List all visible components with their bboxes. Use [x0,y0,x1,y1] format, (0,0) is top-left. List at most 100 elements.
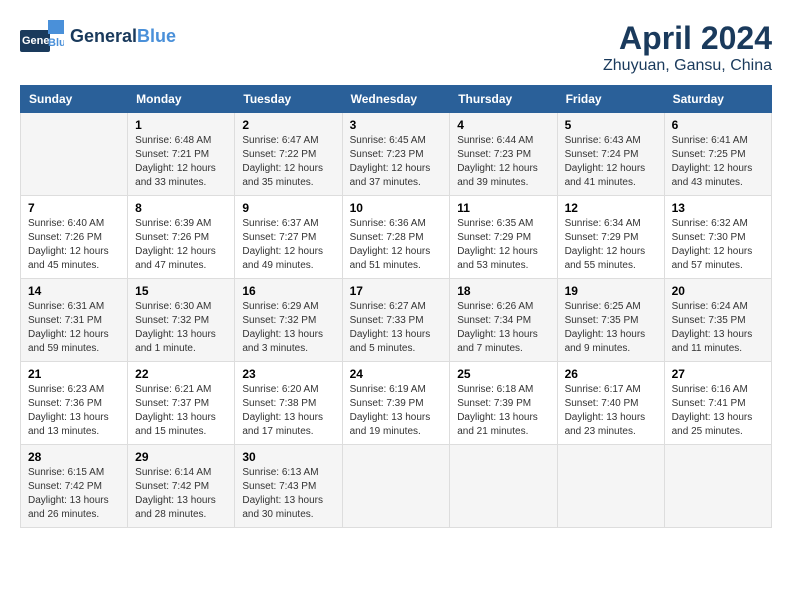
calendar-cell: 26 Sunrise: 6:17 AM Sunset: 7:40 PM Dayli… [557,362,664,445]
day-info: Sunrise: 6:34 AM Sunset: 7:29 PM Dayligh… [565,217,657,273]
weekday-header-row: SundayMondayTuesdayWednesdayThursdayFrid… [21,86,772,113]
day-info: Sunrise: 6:45 AM Sunset: 7:23 PM Dayligh… [350,134,443,190]
calendar-cell: 3Sunrise: 6:45 AM Sunset: 7:23 PM Daylig… [342,113,450,196]
calendar-cell: 1 Sunrise: 6:48 AM Sunset: 7:21 PM Daylig… [128,113,235,196]
day-number: 6 [672,118,764,132]
calendar-cell: 10 Sunrise: 6:36 AM Sunset: 7:28 PM Dayli… [342,196,450,279]
day-info: Sunrise: 6:47 AM Sunset: 7:22 PM Dayligh… [242,134,334,190]
day-info: Sunrise: 6:19 AM Sunset: 7:39 PM Dayligh… [350,383,443,439]
day-info: Sunrise: 6:41 AM Sunset: 7:25 PM Dayligh… [672,134,764,190]
day-info: Sunrise: 6:32 AM Sunset: 7:30 PM Dayligh… [672,217,764,273]
weekday-header-wednesday: Wednesday [342,86,450,113]
calendar-cell: 17 Sunrise: 6:27 AM Sunset: 7:33 PM Dayli… [342,279,450,362]
calendar-cell: 8 Sunrise: 6:39 AM Sunset: 7:26 PM Daylig… [128,196,235,279]
weekday-header-thursday: Thursday [450,86,557,113]
calendar-cell: 5 Sunrise: 6:43 AM Sunset: 7:24 PM Daylig… [557,113,664,196]
svg-text:Blue: Blue [48,37,64,49]
calendar-cell: 28 Sunrise: 6:15 AM Sunset: 7:42 PM Dayli… [21,445,128,528]
calendar-cell: 18 Sunrise: 6:26 AM Sunset: 7:34 PM Dayli… [450,279,557,362]
day-number: 23 [242,367,334,381]
day-info: Sunrise: 6:21 AM Sunset: 7:37 PM Dayligh… [135,383,227,439]
calendar-cell: 2 Sunrise: 6:47 AM Sunset: 7:22 PM Daylig… [235,113,342,196]
day-info: Sunrise: 6:36 AM Sunset: 7:28 PM Dayligh… [350,217,443,273]
day-number: 20 [672,284,764,298]
calendar-cell: 9 Sunrise: 6:37 AM Sunset: 7:27 PM Daylig… [235,196,342,279]
calendar-cell [450,445,557,528]
logo-general: General [70,26,137,46]
day-info: Sunrise: 6:25 AM Sunset: 7:35 PM Dayligh… [565,300,657,356]
weekday-header-sunday: Sunday [21,86,128,113]
logo-blue: Blue [137,26,176,46]
day-info: Sunrise: 6:27 AM Sunset: 7:33 PM Dayligh… [350,300,443,356]
day-number: 10 [350,201,443,215]
day-info: Sunrise: 6:23 AM Sunset: 7:36 PM Dayligh… [28,383,120,439]
calendar-cell: 22Sunrise: 6:21 AM Sunset: 7:37 PM Dayli… [128,362,235,445]
day-number: 4 [457,118,549,132]
day-info: Sunrise: 6:37 AM Sunset: 7:27 PM Dayligh… [242,217,334,273]
weekday-header-friday: Friday [557,86,664,113]
calendar-cell [557,445,664,528]
day-number: 21 [28,367,120,381]
logo-text-block: GeneralBlue [70,27,176,47]
day-number: 11 [457,201,549,215]
calendar-cell: 16 Sunrise: 6:29 AM Sunset: 7:32 PM Dayli… [235,279,342,362]
calendar-cell: 20Sunrise: 6:24 AM Sunset: 7:35 PM Dayli… [664,279,771,362]
day-number: 18 [457,284,549,298]
calendar-week-row: 1 Sunrise: 6:48 AM Sunset: 7:21 PM Daylig… [21,113,772,196]
day-info: Sunrise: 6:15 AM Sunset: 7:42 PM Dayligh… [28,466,120,522]
calendar-cell: 25Sunrise: 6:18 AM Sunset: 7:39 PM Dayli… [450,362,557,445]
day-number: 14 [28,284,120,298]
calendar-cell: 29Sunrise: 6:14 AM Sunset: 7:42 PM Dayli… [128,445,235,528]
day-info: Sunrise: 6:20 AM Sunset: 7:38 PM Dayligh… [242,383,334,439]
calendar-cell: 27 Sunrise: 6:16 AM Sunset: 7:41 PM Dayli… [664,362,771,445]
day-number: 8 [135,201,227,215]
day-info: Sunrise: 6:48 AM Sunset: 7:21 PM Dayligh… [135,134,227,190]
day-info: Sunrise: 6:40 AM Sunset: 7:26 PM Dayligh… [28,217,120,273]
day-number: 28 [28,450,120,464]
day-info: Sunrise: 6:35 AM Sunset: 7:29 PM Dayligh… [457,217,549,273]
day-number: 27 [672,367,764,381]
day-info: Sunrise: 6:13 AM Sunset: 7:43 PM Dayligh… [242,466,334,522]
day-number: 1 [135,118,227,132]
day-info: Sunrise: 6:39 AM Sunset: 7:26 PM Dayligh… [135,217,227,273]
day-number: 7 [28,201,120,215]
calendar-cell: 11 Sunrise: 6:35 AM Sunset: 7:29 PM Dayli… [450,196,557,279]
calendar-table: SundayMondayTuesdayWednesdayThursdayFrid… [20,85,772,528]
day-number: 29 [135,450,227,464]
calendar-cell: 13Sunrise: 6:32 AM Sunset: 7:30 PM Dayli… [664,196,771,279]
day-info: Sunrise: 6:29 AM Sunset: 7:32 PM Dayligh… [242,300,334,356]
day-info: Sunrise: 6:17 AM Sunset: 7:40 PM Dayligh… [565,383,657,439]
day-number: 5 [565,118,657,132]
day-info: Sunrise: 6:16 AM Sunset: 7:41 PM Dayligh… [672,383,764,439]
day-number: 12 [565,201,657,215]
logo: General Blue GeneralBlue [20,20,176,54]
day-info: Sunrise: 6:30 AM Sunset: 7:32 PM Dayligh… [135,300,227,356]
calendar-cell: 6 Sunrise: 6:41 AM Sunset: 7:25 PM Daylig… [664,113,771,196]
day-number: 26 [565,367,657,381]
day-number: 9 [242,201,334,215]
day-info: Sunrise: 6:31 AM Sunset: 7:31 PM Dayligh… [28,300,120,356]
calendar-week-row: 28 Sunrise: 6:15 AM Sunset: 7:42 PM Dayli… [21,445,772,528]
day-number: 25 [457,367,549,381]
calendar-week-row: 14 Sunrise: 6:31 AM Sunset: 7:31 PM Dayli… [21,279,772,362]
day-number: 17 [350,284,443,298]
title-block: April 2024 Zhuyuan, Gansu, China [603,20,772,75]
calendar-cell: 21 Sunrise: 6:23 AM Sunset: 7:36 PM Dayli… [21,362,128,445]
calendar-cell: 30 Sunrise: 6:13 AM Sunset: 7:43 PM Dayli… [235,445,342,528]
weekday-header-saturday: Saturday [664,86,771,113]
day-info: Sunrise: 6:26 AM Sunset: 7:34 PM Dayligh… [457,300,549,356]
day-number: 2 [242,118,334,132]
calendar-cell: 7 Sunrise: 6:40 AM Sunset: 7:26 PM Daylig… [21,196,128,279]
calendar-subtitle: Zhuyuan, Gansu, China [603,57,772,75]
calendar-cell [342,445,450,528]
calendar-title: April 2024 [603,20,772,57]
day-number: 24 [350,367,443,381]
generalblue-logo-icon: General Blue [20,20,64,54]
day-info: Sunrise: 6:43 AM Sunset: 7:24 PM Dayligh… [565,134,657,190]
day-number: 30 [242,450,334,464]
day-number: 19 [565,284,657,298]
page-header: General Blue GeneralBlue April 2024 Zhuy… [20,20,772,75]
calendar-cell [21,113,128,196]
day-number: 16 [242,284,334,298]
calendar-cell: 24 Sunrise: 6:19 AM Sunset: 7:39 PM Dayli… [342,362,450,445]
